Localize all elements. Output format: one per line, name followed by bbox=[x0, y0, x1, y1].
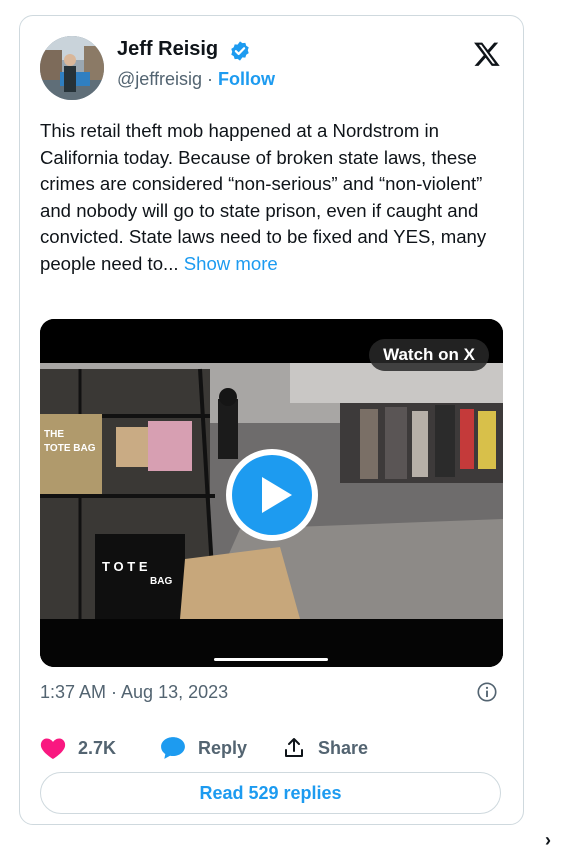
tweet-timestamp[interactable]: 1:37 AM · Aug 13, 2023 bbox=[40, 682, 228, 703]
share-button[interactable]: Share bbox=[282, 734, 368, 762]
like-button[interactable]: 2.7K bbox=[40, 734, 116, 762]
video-player[interactable]: THE TOTE BAG T O T E BAG Watch on X bbox=[40, 319, 503, 667]
reply-bubble-icon bbox=[161, 737, 185, 759]
share-icon bbox=[285, 738, 303, 757]
tweet-card: Jeff Reisig @jeffreisig · Follow This re… bbox=[19, 15, 524, 825]
play-icon[interactable] bbox=[224, 447, 320, 543]
share-label: Share bbox=[318, 737, 369, 758]
info-icon[interactable] bbox=[476, 681, 498, 703]
read-replies-button[interactable]: Read 529 replies bbox=[40, 772, 501, 814]
svg-text:TOTE BAG: TOTE BAG bbox=[44, 443, 96, 454]
like-count: 2.7K bbox=[78, 737, 117, 758]
author-name[interactable]: Jeff Reisig bbox=[117, 38, 218, 61]
handle-row: @jeffreisig · Follow bbox=[117, 69, 275, 90]
show-more-link[interactable]: Show more bbox=[184, 253, 278, 274]
watch-on-x-button[interactable]: Watch on X bbox=[369, 339, 489, 371]
action-bar: 2.7K Reply Share bbox=[40, 734, 510, 762]
x-logo-icon[interactable] bbox=[472, 40, 502, 68]
reply-button[interactable]: Reply bbox=[160, 734, 247, 762]
reply-label: Reply bbox=[198, 737, 248, 758]
svg-text:THE: THE bbox=[44, 429, 64, 440]
verified-badge-icon bbox=[231, 41, 249, 61]
heart-icon bbox=[40, 738, 66, 760]
tweet-body: This retail theft mob happened at a Nord… bbox=[40, 120, 487, 274]
author-handle[interactable]: @jeffreisig bbox=[117, 69, 202, 89]
follow-button[interactable]: Follow bbox=[218, 69, 275, 89]
chevron-right-icon[interactable]: › bbox=[545, 830, 551, 851]
svg-text:BAG: BAG bbox=[150, 576, 172, 587]
svg-text:T O T E: T O T E bbox=[102, 559, 148, 574]
separator: · bbox=[207, 69, 213, 89]
avatar[interactable] bbox=[40, 36, 104, 100]
tweet-text: This retail theft mob happened at a Nord… bbox=[40, 118, 510, 278]
